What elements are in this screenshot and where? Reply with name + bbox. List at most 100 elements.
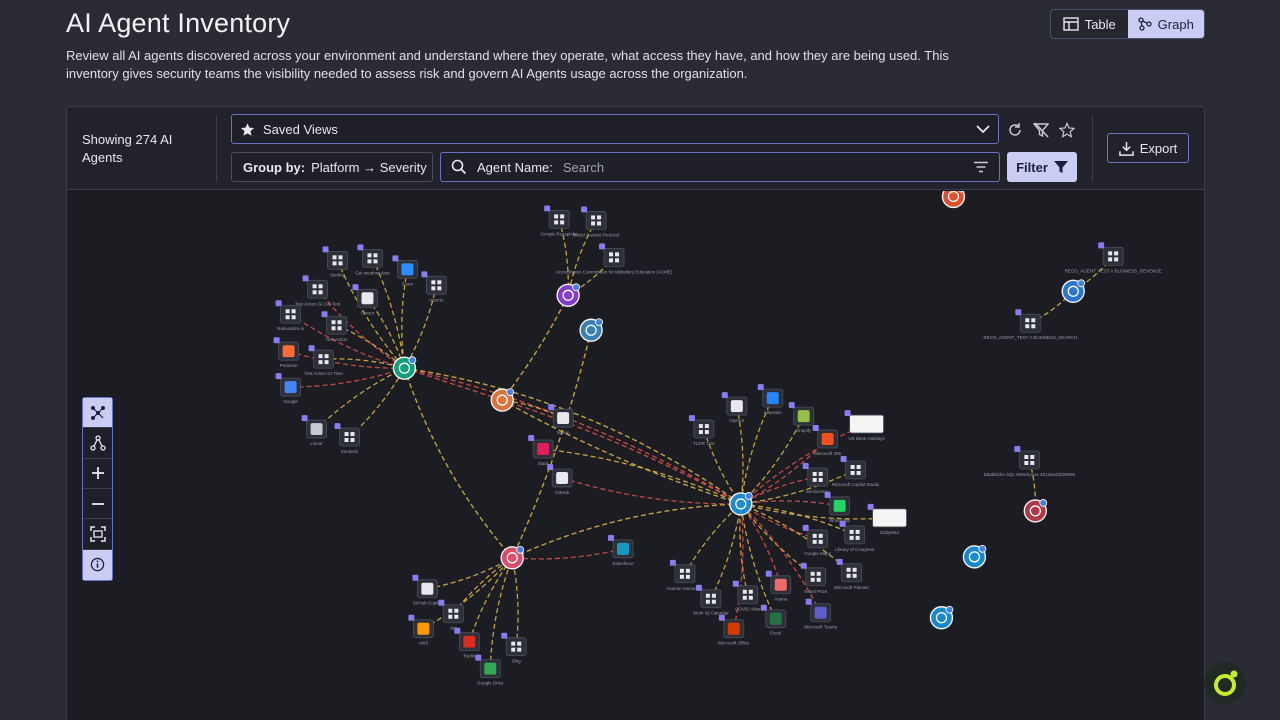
sort-lines-icon[interactable]: [973, 161, 989, 173]
table-view-button[interactable]: Table: [1051, 10, 1128, 38]
graph-node[interactable]: AWS: [408, 614, 434, 646]
layout-button[interactable]: [83, 398, 112, 429]
graph-node[interactable]: COVID Atlas: [732, 580, 761, 612]
graph-node[interactable]: Notion: [548, 404, 574, 435]
clear-filters-button[interactable]: [1030, 119, 1052, 141]
graph-node[interactable]: Google Maps: [802, 524, 832, 556]
graph-node[interactable]: reports: [421, 271, 447, 302]
graph-node[interactable]: Zendesk: [334, 423, 360, 454]
save-view-button[interactable]: [1056, 119, 1078, 141]
redteam-hub[interactable]: [500, 545, 525, 570]
node-badge: [334, 423, 341, 430]
agent-graph-canvas[interactable]: Sterling Get weather data Zoom reports Test …: [67, 191, 1204, 720]
graph-node[interactable]: Test Action: [321, 311, 348, 342]
graph-node[interactable]: Postman: [273, 337, 299, 368]
app-glyph-block: [517, 641, 522, 646]
export-button[interactable]: Export: [1107, 133, 1189, 163]
group-by-value: Platform → Severity: [311, 159, 427, 175]
saved-views-select[interactable]: Saved Views: [231, 114, 999, 144]
openai-hub[interactable]: [392, 356, 417, 380]
node-badge: [718, 614, 725, 621]
graph-view-button[interactable]: Graph: [1127, 10, 1204, 38]
graph-node[interactable]: Google: [275, 373, 301, 404]
search-input[interactable]: [562, 159, 963, 175]
graph-node[interactable]: Redis: [454, 627, 480, 659]
graph-node[interactable]: UK Bank Holidays: [844, 410, 886, 441]
graph-node[interactable]: Microsoft Planner: [834, 558, 870, 590]
node-tile: [362, 248, 383, 268]
graph-node[interactable]: Nobel Prize: [800, 562, 828, 594]
assistant-launcher[interactable]: [1204, 662, 1246, 704]
graph-node[interactable]: Work IQ Calendar: [693, 584, 729, 616]
zoom-in-button[interactable]: [83, 459, 112, 489]
node-label: Test Action GI Cat Text: [295, 301, 341, 306]
graph-node[interactable]: Databricks SQL Warehouse 4012aed3025590: [984, 446, 1076, 477]
graph-node[interactable]: GitHub: [547, 463, 573, 495]
graph-node[interactable]: Microsoft Copilot Studio: [832, 456, 880, 487]
app-glyph-block: [560, 214, 565, 219]
agent-hub-2[interactable]: [579, 318, 603, 342]
salesforce-hub-2[interactable]: [929, 605, 954, 630]
info-button[interactable]: [83, 549, 112, 580]
app-glyph-block: [711, 599, 716, 604]
graph-node[interactable]: Microsoft Office: [718, 614, 750, 646]
export-label: Export: [1139, 140, 1178, 156]
zoom-out-button[interactable]: [83, 489, 112, 520]
node-tile: [1102, 246, 1124, 266]
graph-node[interactable]: Sterling: [322, 246, 348, 277]
app-glyph-block: [332, 261, 337, 266]
node-badge: [760, 604, 767, 611]
graph-node[interactable]: OpenAI: [721, 392, 748, 423]
node-tile: [585, 211, 607, 230]
graph-edge: [543, 448, 742, 505]
node-label: Linear: [310, 441, 323, 446]
graph-node[interactable]: Linear: [301, 415, 327, 446]
graph-node[interactable]: Test Action GI Cat Text: [295, 275, 341, 306]
fit-view-button[interactable]: [83, 519, 112, 550]
graph-node[interactable]: Atlassian: [757, 384, 784, 415]
graph-node[interactable]: Model Context Protocol: [573, 206, 620, 237]
graph-node[interactable]: DailyMed: [867, 503, 907, 535]
graph-node[interactable]: Slng: [501, 632, 527, 664]
azure-hub[interactable]: [729, 492, 753, 516]
salesforce-hub-1[interactable]: [962, 544, 987, 569]
node-badge: [475, 654, 482, 661]
node-badge: [765, 570, 772, 577]
graph-node[interactable]: Zoom: [392, 255, 418, 286]
tree-layout-button[interactable]: [83, 428, 112, 459]
graph-node[interactable]: Test Action GI Time: [304, 345, 343, 376]
graph-node[interactable]: GitHub Copilot: [412, 574, 443, 606]
graph-node[interactable]: TLDR Tine: [688, 415, 715, 446]
graph-node[interactable]: Asana: [765, 570, 792, 602]
graph-node[interactable]: Jira: [438, 599, 464, 631]
purple-hub[interactable]: [556, 283, 580, 307]
graph-node[interactable]: Shopify: [788, 402, 815, 433]
node-tile: [1018, 450, 1040, 470]
app-glyph-block: [852, 567, 857, 572]
reset-view-button[interactable]: [1004, 119, 1026, 141]
graph-node[interactable]: Salesforce: [608, 534, 634, 566]
graph-node[interactable]: ServiceNow: [802, 462, 831, 494]
group-by-select[interactable]: Group by: Platform → Severity: [231, 152, 433, 182]
graph-node[interactable]: Google Drive: [475, 654, 504, 686]
app-glyph-block: [597, 215, 602, 220]
graph-node[interactable]: RECO_AGENT_TEST A BUSINESS_SEARCH: [983, 309, 1077, 340]
graph-node[interactable]: Accreditation Commission for Midwifery E…: [556, 243, 673, 274]
app-glyph-block: [454, 608, 459, 613]
graph-node[interactable]: RECO_AGENT_TEST A BUSINESS_REVENUE: [1065, 242, 1162, 273]
graph-node[interactable]: Excel: [760, 604, 787, 636]
network-hub[interactable]: [1061, 279, 1086, 303]
graph-node[interactable]: WhatsApp: [824, 491, 851, 523]
uipath-hub[interactable]: [941, 191, 966, 209]
graph-node[interactable]: Microsoft 365: [812, 425, 842, 456]
red-hub[interactable]: [1023, 499, 1048, 523]
graph-node[interactable]: Slack: [528, 435, 554, 466]
app-glyph-block: [373, 253, 378, 258]
node-badge: [501, 632, 508, 639]
graph-node[interactable]: Microsoft Teams: [804, 598, 838, 630]
orange-hub[interactable]: [490, 388, 515, 412]
filter-button[interactable]: Filter: [1007, 152, 1077, 182]
graph-node[interactable]: Get weather data: [355, 244, 390, 275]
graph-node[interactable]: Library of Congress: [835, 520, 875, 552]
node-tile: [805, 567, 827, 587]
